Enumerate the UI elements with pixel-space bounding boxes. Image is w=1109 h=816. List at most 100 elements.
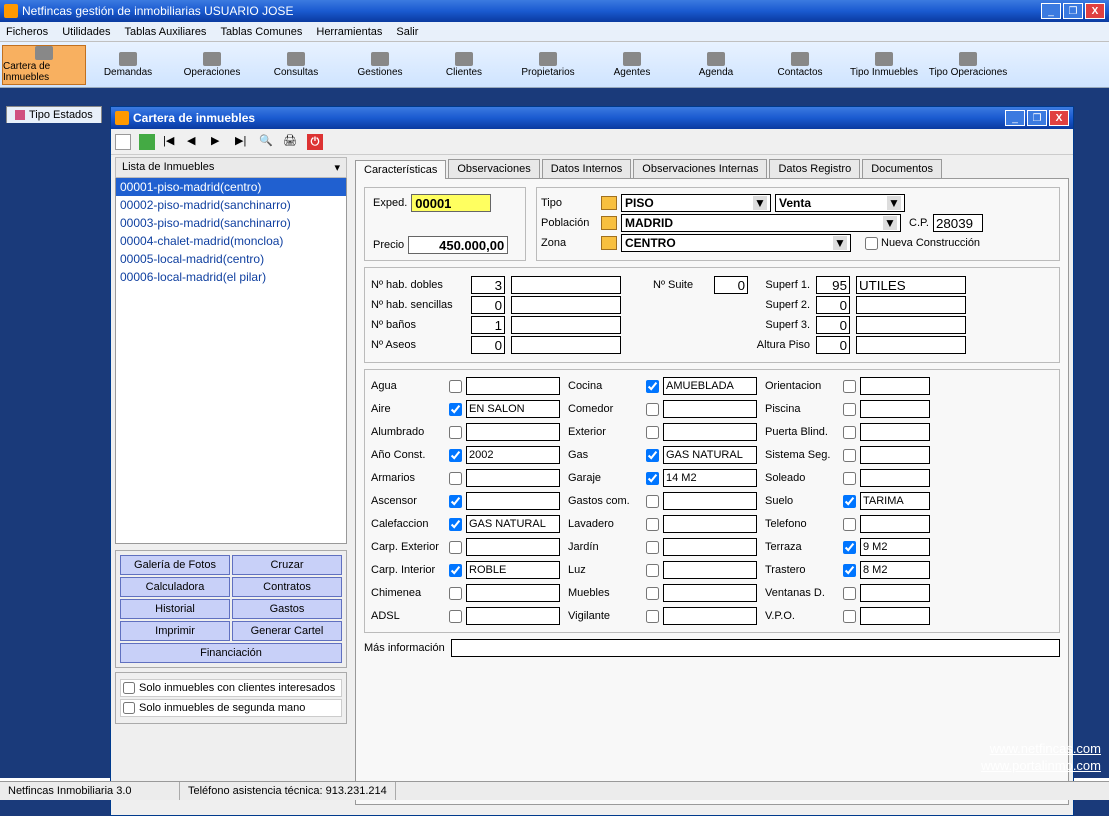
aire-input[interactable] (466, 400, 560, 418)
list-item[interactable]: 00002-piso-madrid(sanchinarro) (116, 196, 346, 214)
vigilante-input[interactable] (663, 607, 757, 625)
orientacion-input[interactable] (860, 377, 930, 395)
superf1-text[interactable] (856, 276, 966, 294)
calefaccion-input[interactable] (466, 515, 560, 533)
list-item[interactable]: 00001-piso-madrid(centro) (116, 178, 346, 196)
link-netfincas[interactable]: www.netfincas.com (981, 740, 1101, 757)
gas-input[interactable] (663, 446, 757, 464)
adsl-input[interactable] (466, 607, 560, 625)
ventanas-checkbox[interactable] (843, 587, 856, 600)
banos-input[interactable] (471, 316, 505, 334)
puerta-input[interactable] (860, 423, 930, 441)
list-item[interactable]: 00003-piso-madrid(sanchinarro) (116, 214, 346, 232)
search-icon[interactable]: 🔍 (259, 134, 275, 150)
sistema-input[interactable] (860, 446, 930, 464)
cruzar-button[interactable]: Cruzar (232, 555, 342, 575)
stop-icon[interactable]: ⏻ (307, 134, 323, 150)
calefaccion-checkbox[interactable] (449, 518, 462, 531)
cp-input[interactable] (933, 214, 983, 232)
carp_ext-input[interactable] (466, 538, 560, 556)
print-icon[interactable]: 🖨 (283, 134, 299, 150)
adsl-checkbox[interactable] (449, 610, 462, 623)
tab-observaciones[interactable]: Observaciones (448, 159, 539, 178)
folder-icon[interactable] (601, 236, 617, 250)
new-icon[interactable] (115, 134, 131, 150)
inner-maximize-button[interactable]: ❐ (1027, 110, 1047, 126)
tool-clientes[interactable]: Clientes (422, 45, 506, 85)
last-icon[interactable]: ▶| (235, 134, 251, 150)
superf2-input[interactable] (816, 296, 850, 314)
tool-agenda[interactable]: Agenda (674, 45, 758, 85)
maximize-button[interactable]: ❐ (1063, 3, 1083, 19)
list-item[interactable]: 00006-local-madrid(el pilar) (116, 268, 346, 286)
exterior-input[interactable] (663, 423, 757, 441)
agua-input[interactable] (466, 377, 560, 395)
cocina-checkbox[interactable] (646, 380, 659, 393)
menu-tablas-aux[interactable]: Tablas Auxiliares (125, 26, 207, 38)
armarios-checkbox[interactable] (449, 472, 462, 485)
vpo-input[interactable] (860, 607, 930, 625)
ascensor-input[interactable] (466, 492, 560, 510)
ano-input[interactable] (466, 446, 560, 464)
next-icon[interactable]: ▶ (211, 134, 227, 150)
cocina-input[interactable] (663, 377, 757, 395)
muebles-checkbox[interactable] (646, 587, 659, 600)
tab-datos-registro[interactable]: Datos Registro (769, 159, 860, 178)
cartel-button[interactable]: Generar Cartel (232, 621, 342, 641)
comedor-input[interactable] (663, 400, 757, 418)
tool-propietarios[interactable]: Propietarios (506, 45, 590, 85)
exterior-checkbox[interactable] (646, 426, 659, 439)
tab-datos-internos[interactable]: Datos Internos (542, 159, 632, 178)
gastos-input[interactable] (663, 492, 757, 510)
armarios-input[interactable] (466, 469, 560, 487)
minimize-button[interactable]: _ (1041, 3, 1061, 19)
muebles-input[interactable] (663, 584, 757, 602)
list-item[interactable]: 00004-chalet-madrid(moncloa) (116, 232, 346, 250)
link-portalinmo[interactable]: www.portalinmo.com (981, 757, 1101, 774)
first-icon[interactable]: |◀ (163, 134, 179, 150)
telefono-checkbox[interactable] (843, 518, 856, 531)
chimenea-checkbox[interactable] (449, 587, 462, 600)
hab-dobles-input[interactable] (471, 276, 505, 294)
terraza-input[interactable] (860, 538, 930, 556)
check-interesados[interactable] (123, 682, 135, 694)
comedor-checkbox[interactable] (646, 403, 659, 416)
altura-text[interactable] (856, 336, 966, 354)
trastero-input[interactable] (860, 561, 930, 579)
trastero-checkbox[interactable] (843, 564, 856, 577)
terraza-checkbox[interactable] (843, 541, 856, 554)
jardin-input[interactable] (663, 538, 757, 556)
refresh-icon[interactable] (139, 134, 155, 150)
nueva-checkbox[interactable] (865, 237, 878, 250)
jardin-checkbox[interactable] (646, 541, 659, 554)
tool-demandas[interactable]: Demandas (86, 45, 170, 85)
tool-contactos[interactable]: Contactos (758, 45, 842, 85)
inner-close-button[interactable]: X (1049, 110, 1069, 126)
menu-tablas-com[interactable]: Tablas Comunes (220, 26, 302, 38)
menu-ficheros[interactable]: Ficheros (6, 26, 48, 38)
tool-gestiones[interactable]: Gestiones (338, 45, 422, 85)
piscina-checkbox[interactable] (843, 403, 856, 416)
superf3-text[interactable] (856, 316, 966, 334)
poblacion-combo[interactable]: MADRID▼ (621, 214, 901, 232)
luz-input[interactable] (663, 561, 757, 579)
tool-tipo-inmuebles[interactable]: Tipo Inmuebles (842, 45, 926, 85)
ano-checkbox[interactable] (449, 449, 462, 462)
exped-input[interactable] (411, 194, 491, 212)
folder-icon[interactable] (601, 216, 617, 230)
hab-dobles-text[interactable] (511, 276, 621, 294)
telefono-input[interactable] (860, 515, 930, 533)
contratos-button[interactable]: Contratos (232, 577, 342, 597)
suite-input[interactable] (714, 276, 748, 294)
chevron-down-icon[interactable]: ▼ (883, 216, 897, 230)
menu-utilidades[interactable]: Utilidades (62, 26, 110, 38)
vigilante-checkbox[interactable] (646, 610, 659, 623)
tab-documentos[interactable]: Documentos (862, 159, 942, 178)
prev-icon[interactable]: ◀ (187, 134, 203, 150)
chimenea-input[interactable] (466, 584, 560, 602)
soleado-input[interactable] (860, 469, 930, 487)
gastos-button[interactable]: Gastos (232, 599, 342, 619)
financiacion-button[interactable]: Financiación (120, 643, 342, 663)
vpo-checkbox[interactable] (843, 610, 856, 623)
ascensor-checkbox[interactable] (449, 495, 462, 508)
